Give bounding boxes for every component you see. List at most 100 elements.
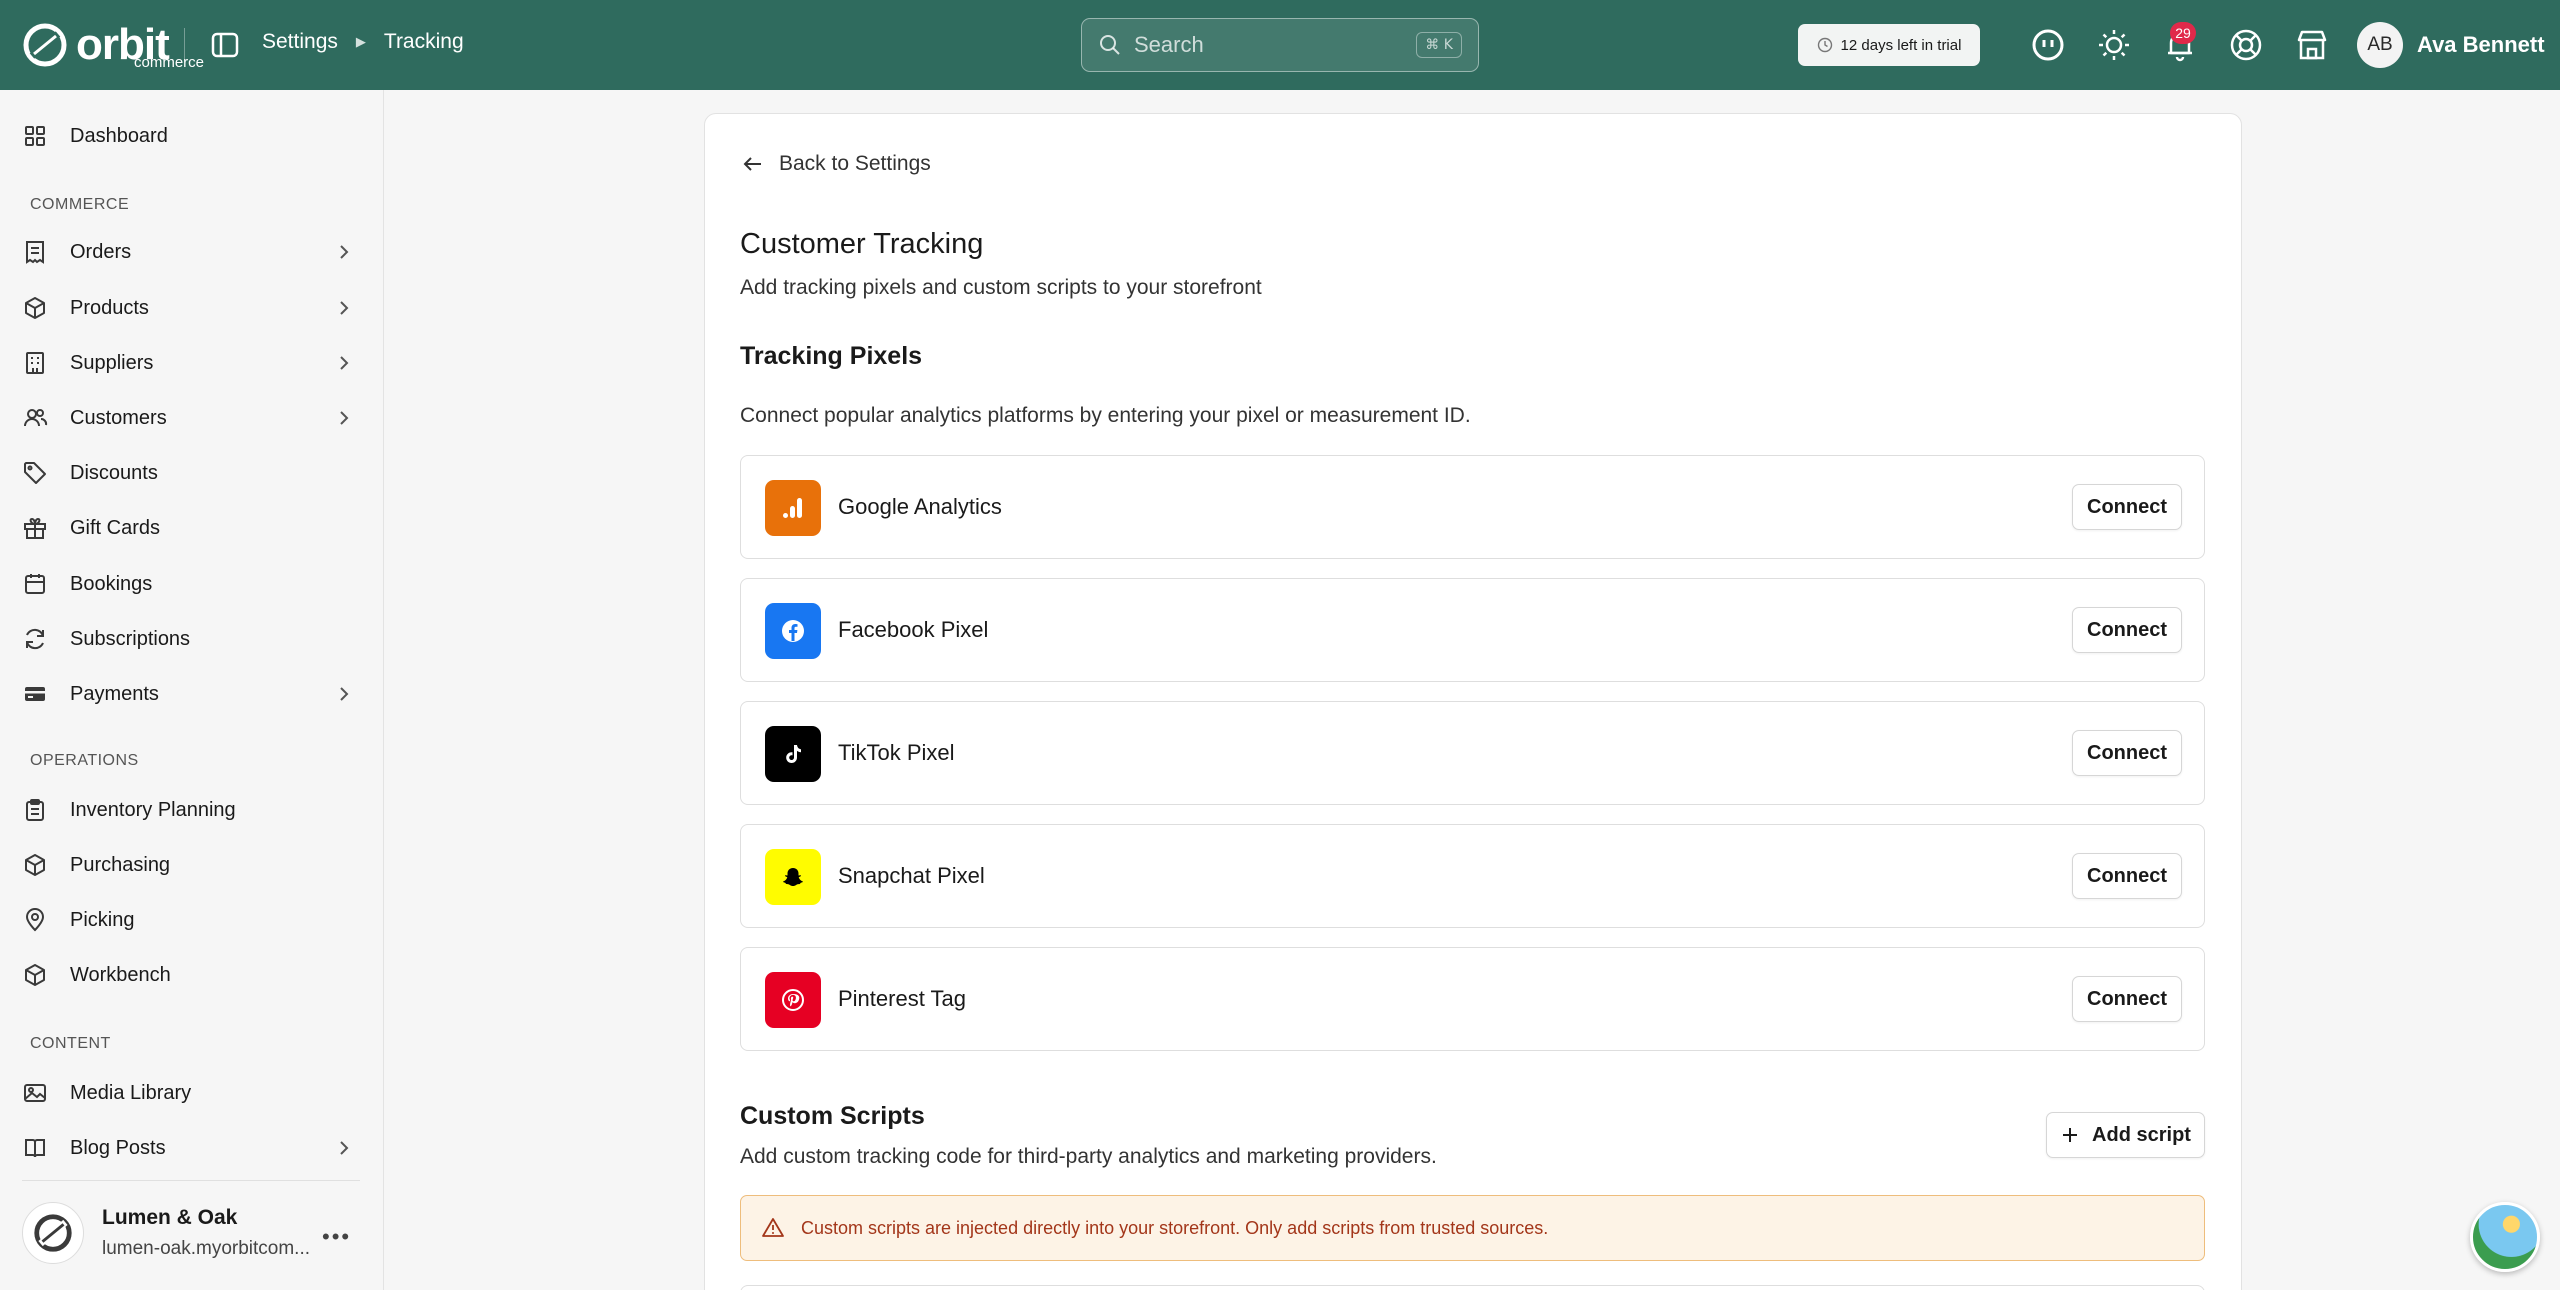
- sidebar-item-label: Media Library: [70, 1081, 192, 1104]
- connect-facebook-pixel-button[interactable]: Connect: [2072, 607, 2182, 653]
- sidebar-item-label: Subscriptions: [70, 627, 191, 650]
- store-domain: lumen-oak.myorbitcom...: [102, 1238, 311, 1259]
- page-title: Customer Tracking: [740, 228, 984, 260]
- tiktok-icon: [765, 726, 821, 782]
- connect-pinterest-tag-button[interactable]: Connect: [2072, 976, 2182, 1022]
- arrow-left-icon: [743, 157, 761, 171]
- refresh-icon: [26, 628, 44, 650]
- chat-bot-icon[interactable]: [2030, 27, 2066, 63]
- google-analytics-icon: [765, 480, 821, 536]
- store-logo-icon: [22, 1202, 84, 1264]
- section-content-label: CONTENT: [30, 1035, 111, 1052]
- chevron-right-icon: [340, 245, 349, 259]
- map-pin-icon: [25, 908, 45, 932]
- pixel-row-google-analytics: Google Analytics Connect: [740, 455, 2205, 559]
- sidebar-item-products[interactable]: Products: [22, 288, 362, 328]
- sidebar-item-inventory-planning[interactable]: Inventory Planning: [22, 790, 362, 830]
- clock-icon: [1817, 37, 1832, 53]
- back-to-settings-link[interactable]: Back to Settings: [741, 152, 931, 176]
- search-shortcut: ⌘ K: [1416, 32, 1462, 58]
- custom-scripts-heading: Custom Scripts: [740, 1102, 925, 1130]
- trial-badge[interactable]: 12 days left in trial: [1798, 24, 1980, 66]
- sidebar-item-orders[interactable]: Orders: [22, 232, 362, 272]
- sidebar-item-bookings[interactable]: Bookings: [22, 564, 362, 604]
- page-subtitle: Add tracking pixels and custom scripts t…: [740, 276, 1262, 299]
- warning-triangle-icon: [762, 1218, 784, 1237]
- sidebar-item-label: Payments: [70, 682, 159, 705]
- store-more-icon[interactable]: •••: [322, 1224, 351, 1250]
- sidebar-item-label: Dashboard: [70, 124, 168, 147]
- pixel-row-facebook-pixel: Facebook Pixel Connect: [740, 578, 2205, 682]
- facebook-icon: [765, 603, 821, 659]
- sidebar-item-label: Customers: [70, 406, 167, 429]
- storefront-icon[interactable]: [2294, 27, 2330, 63]
- sidebar-item-label: Bookings: [70, 572, 153, 595]
- theme-sun-icon[interactable]: [2096, 27, 2132, 63]
- sidebar-item-blog-posts[interactable]: Blog Posts: [22, 1128, 362, 1168]
- sidebar-item-payments[interactable]: Payments: [22, 674, 362, 714]
- cube-icon: [25, 964, 45, 986]
- sidebar-item-label: Discounts: [70, 461, 158, 484]
- sidebar-toggle-icon[interactable]: [210, 30, 240, 60]
- search-placeholder: Search: [1134, 32, 1204, 57]
- section-operations-label: OPERATIONS: [30, 752, 139, 769]
- warning-text: Custom scripts are injected directly int…: [801, 1217, 1549, 1238]
- sidebar-item-purchasing[interactable]: Purchasing: [22, 845, 362, 885]
- pixel-name: Pinterest Tag: [838, 986, 967, 1011]
- store-name: Lumen & Oak: [102, 1206, 238, 1229]
- sidebar-item-label: Gift Cards: [70, 516, 161, 539]
- pixel-name: Google Analytics: [838, 494, 1002, 519]
- pixel-row-tiktok-pixel: TikTok Pixel Connect: [740, 701, 2205, 805]
- user-avatar[interactable]: AB: [2357, 22, 2403, 68]
- sidebar-item-label: Suppliers: [70, 351, 154, 374]
- search-icon: [1100, 35, 1120, 55]
- sidebar-item-workbench[interactable]: Workbench: [22, 955, 362, 995]
- sidebar-item-discounts[interactable]: Discounts: [22, 453, 362, 493]
- sidebar-item-label: Workbench: [70, 963, 171, 986]
- tracking-pixels-description: Connect popular analytics platforms by e…: [740, 404, 1471, 427]
- gift-icon: [24, 517, 46, 539]
- snapchat-icon: [765, 849, 821, 905]
- chevron-right-icon: [340, 301, 349, 315]
- pinterest-icon: [765, 972, 821, 1028]
- sidebar-item-media-library[interactable]: Media Library: [22, 1073, 362, 1113]
- section-commerce-label: COMMERCE: [30, 196, 130, 213]
- book-icon: [25, 1139, 45, 1158]
- connect-snapchat-pixel-button[interactable]: Connect: [2072, 853, 2182, 899]
- pixel-row-snapchat-pixel: Snapchat Pixel Connect: [740, 824, 2205, 928]
- sidebar-item-customers[interactable]: Customers: [22, 398, 362, 438]
- calendar-icon: [25, 574, 45, 594]
- trial-text: 12 days left in trial: [1840, 36, 1962, 54]
- sidebar-divider: [22, 1180, 360, 1181]
- sidebar-item-subscriptions[interactable]: Subscriptions: [22, 619, 362, 659]
- sidebar-item-suppliers[interactable]: Suppliers: [22, 343, 362, 383]
- sidebar-item-dashboard[interactable]: Dashboard: [22, 116, 362, 156]
- sidebar-item-gift-cards[interactable]: Gift Cards: [22, 508, 362, 548]
- add-script-button[interactable]: Add script: [2046, 1112, 2205, 1158]
- help-lifebuoy-icon[interactable]: [2228, 27, 2264, 63]
- clipboard-icon: [26, 799, 44, 821]
- store-switcher[interactable]: Lumen & Oak lumen-oak.myorbitcom...: [22, 1202, 310, 1264]
- connect-google-analytics-button[interactable]: Connect: [2072, 484, 2182, 530]
- pixel-name: TikTok Pixel: [838, 740, 955, 765]
- security-warning-banner: Custom scripts are injected directly int…: [740, 1195, 2205, 1261]
- connect-tiktok-pixel-button[interactable]: Connect: [2072, 730, 2182, 776]
- box-icon: [25, 297, 45, 319]
- breadcrumb-separator-icon: ▶: [355, 34, 366, 49]
- sidebar: Dashboard COMMERCE Orders Products Suppl…: [0, 90, 384, 1290]
- sidebar-item-label: Inventory Planning: [70, 798, 236, 821]
- user-name[interactable]: Ava Bennett: [2417, 32, 2545, 58]
- sidebar-item-picking[interactable]: Picking: [22, 900, 362, 940]
- receipt-icon: [26, 241, 44, 264]
- tracking-pixels-heading: Tracking Pixels: [740, 342, 923, 370]
- breadcrumb-settings[interactable]: Settings: [262, 30, 338, 54]
- search-input[interactable]: Search ⌘ K: [1081, 18, 1479, 72]
- sidebar-item-label: Picking: [70, 908, 135, 931]
- plus-icon: [2063, 1128, 2078, 1142]
- package-icon: [25, 854, 45, 876]
- assistant-avatar-button[interactable]: [2470, 1202, 2540, 1272]
- add-script-label: Add script: [2092, 1123, 2191, 1146]
- notification-count-badge: 29: [2170, 22, 2196, 44]
- image-icon: [24, 1084, 46, 1102]
- chevron-right-icon: [340, 1141, 349, 1155]
